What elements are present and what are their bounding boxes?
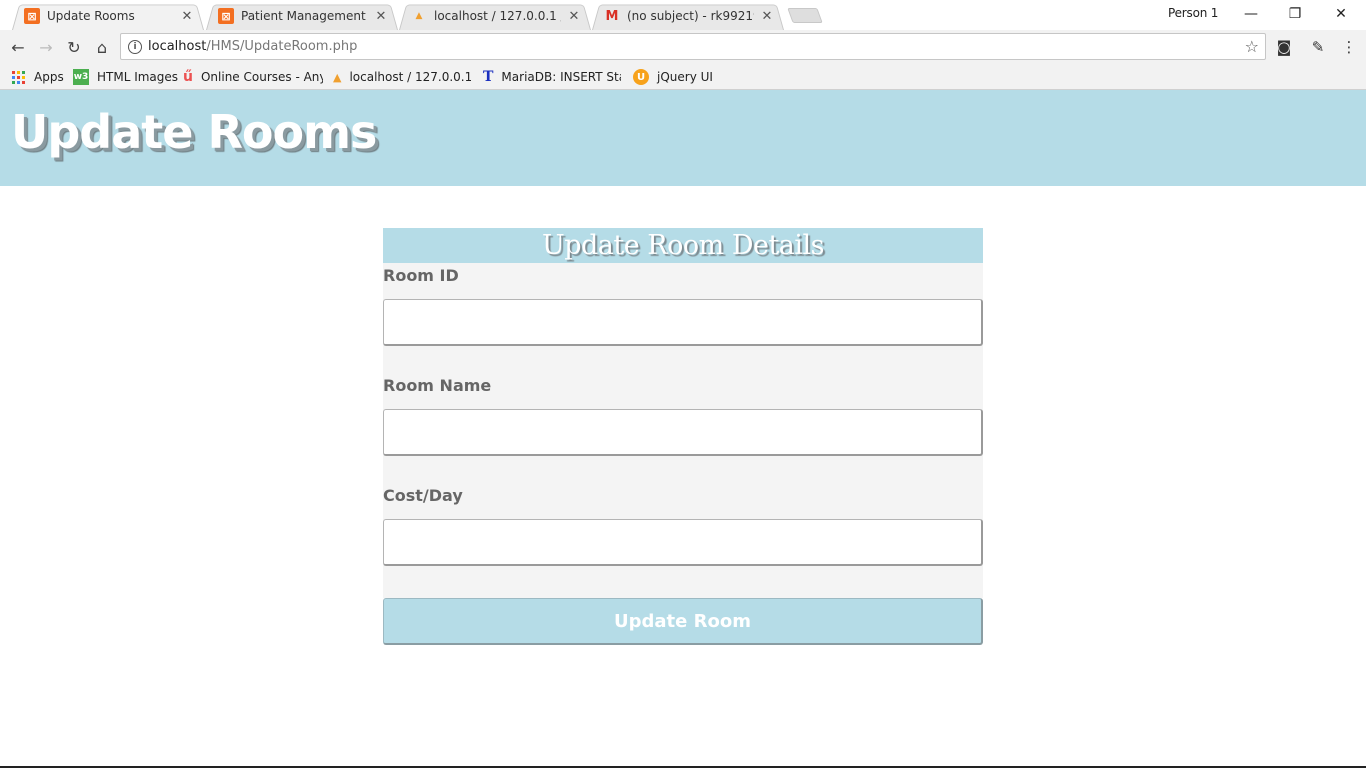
bookmark-label: localhost / 127.0.0.1 / (349, 70, 471, 84)
url-path: /HMS/UpdateRoom.php (206, 39, 358, 54)
bookmark-jquery-ui[interactable]: U jQuery UI (633, 68, 713, 86)
gmail-icon: M (605, 8, 619, 24)
url-host: localhost (148, 39, 207, 54)
w3schools-icon: w3 (73, 69, 89, 85)
bookmark-mariadb[interactable]: T MariaDB: INSERT State (483, 68, 621, 86)
room-name-label: Room Name (383, 376, 492, 395)
tab-title: (no subject) - rk99219@g (627, 9, 754, 23)
udemy-icon: ű (183, 69, 193, 85)
bookmark-label: HTML Images (97, 70, 179, 84)
tab-phpmyadmin[interactable]: ▲ localhost / 127.0.0.1 / adm ✕ (399, 2, 591, 31)
close-icon[interactable]: ✕ (760, 9, 774, 24)
typo-t-icon: T (483, 69, 494, 85)
new-tab-button[interactable] (787, 8, 823, 23)
page-header: Update Rooms (0, 90, 1366, 186)
cost-per-day-label: Cost/Day (383, 486, 463, 505)
jquery-ui-icon: U (633, 69, 649, 85)
bookmark-apps[interactable]: Apps (10, 68, 64, 86)
phpmyadmin-icon: ▲ (415, 11, 423, 21)
phpmyadmin-icon: ▲ (333, 70, 342, 84)
tab-patient-management[interactable]: ⊠ Patient Management Info ✕ (206, 2, 398, 31)
tab-title: Patient Management Info (241, 9, 368, 23)
bookmark-label: jQuery UI (657, 70, 713, 84)
url-text[interactable]: localhost/HMS/UpdateRoom.php (148, 39, 357, 54)
room-id-label: Room ID (383, 266, 459, 285)
xampp-icon: ⊠ (24, 8, 40, 24)
update-room-form: Update Room Details Room ID Room Name Co… (383, 228, 983, 598)
profile-name[interactable]: Person 1 (1168, 6, 1218, 20)
close-icon[interactable]: ✕ (567, 9, 581, 24)
xampp-icon: ⊠ (218, 8, 234, 24)
cost-per-day-input[interactable] (383, 519, 983, 566)
room-name-input[interactable] (383, 409, 983, 456)
incognito-extension-icon[interactable]: ◙ (1273, 36, 1295, 58)
close-window-icon[interactable]: ✕ (1318, 0, 1364, 28)
bookmark-phpmyadmin[interactable]: ▲ localhost / 127.0.0.1 / (333, 68, 471, 86)
page-title: Update Rooms (11, 105, 377, 159)
bookmark-label: Apps (34, 70, 64, 84)
bookmark-label: Online Courses - Any (200, 70, 323, 84)
bookmark-label: MariaDB: INSERT State (501, 70, 621, 84)
browser-titlebar: ⊠ Update Rooms ✕ ⊠ Patient Management In… (0, 0, 1366, 31)
bookmarks-bar: Apps w3 HTML Images ű Online Courses - A… (0, 63, 1366, 90)
tab-title: Update Rooms (47, 9, 135, 23)
close-icon[interactable]: ✕ (374, 9, 388, 24)
bookmark-online-courses[interactable]: ű Online Courses - Any (183, 68, 323, 86)
address-bar[interactable]: i localhost/HMS/UpdateRoom.php ☆ (120, 33, 1266, 60)
info-icon[interactable]: i (128, 39, 142, 54)
apps-grid-icon (10, 69, 26, 85)
tab-title: localhost / 127.0.0.1 / adm (434, 9, 561, 23)
tab-gmail[interactable]: M (no subject) - rk99219@g ✕ (592, 2, 784, 31)
reload-icon[interactable]: ↻ (63, 36, 85, 58)
bookmark-star-icon[interactable]: ☆ (1245, 37, 1259, 56)
close-icon[interactable]: ✕ (180, 9, 194, 24)
update-room-button[interactable]: Update Room (383, 598, 983, 645)
forward-arrow-icon[interactable]: → (35, 36, 57, 58)
eyedropper-extension-icon[interactable]: ✎ (1307, 36, 1329, 58)
tab-update-rooms[interactable]: ⊠ Update Rooms ✕ (12, 2, 204, 31)
room-id-input[interactable] (383, 299, 983, 346)
back-arrow-icon[interactable]: ← (7, 36, 29, 58)
browser-toolbar: ← → ↻ ⌂ i localhost/HMS/UpdateRoom.php ☆… (0, 30, 1366, 63)
menu-kebab-icon[interactable]: ⋮ (1338, 36, 1360, 58)
home-icon[interactable]: ⌂ (91, 36, 113, 58)
form-heading: Update Room Details (383, 228, 983, 263)
minimize-icon[interactable]: — (1228, 0, 1274, 28)
restore-icon[interactable]: ❐ (1272, 0, 1318, 28)
bookmark-html-images[interactable]: w3 HTML Images (73, 68, 178, 86)
